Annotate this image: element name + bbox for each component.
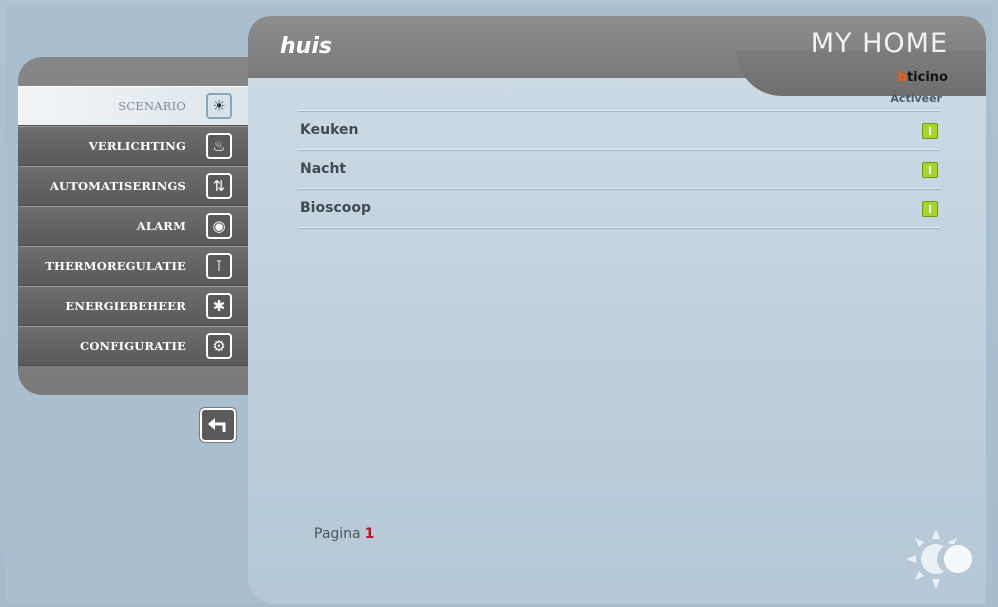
scenario-row-nacht: Nacht	[298, 149, 940, 188]
sidebar-item-alarm[interactable]: ALARM ◉	[18, 206, 248, 246]
pagination: Pagina 1	[314, 526, 374, 542]
myhome-logo: MY HOME	[810, 28, 948, 59]
scenario-label: Bioscoop	[300, 200, 371, 216]
activate-button[interactable]	[922, 201, 938, 217]
sidebar-item-label: THERMOREGULATIE	[45, 259, 186, 273]
pagination-label: Pagina	[314, 526, 361, 542]
activate-column-header: Activeer	[890, 92, 942, 105]
sidebar-item-automatiserings[interactable]: AUTOMATISERINGS ⇅	[18, 166, 248, 206]
lightbulb-icon: ♨	[206, 133, 232, 159]
bticino-logo: bticino	[898, 70, 948, 85]
gears-icon: ⚙	[206, 333, 232, 359]
scenario-row-keuken: Keuken	[298, 110, 940, 149]
sidebar-item-label: SCENARIO	[118, 99, 186, 113]
scenario-label: Keuken	[300, 122, 359, 138]
back-arrow-icon	[208, 418, 226, 432]
main-panel: huis MY HOME bticino Activeer Keuken Nac…	[248, 16, 986, 604]
sidebar-item-label: AUTOMATISERINGS	[49, 179, 186, 193]
sidebar-item-configuratie[interactable]: CONFIGURATIE ⚙	[18, 326, 248, 366]
sidebar-item-thermoregulatie[interactable]: THERMOREGULATIE ⊺	[18, 246, 248, 286]
sidebar-item-label: CONFIGURATIE	[79, 339, 186, 353]
bticino-logo-accent: b	[897, 70, 907, 85]
energy-icon: ✱	[206, 293, 232, 319]
sidebar-item-label: ALARM	[136, 219, 186, 233]
scenario-label: Nacht	[300, 161, 347, 177]
shutter-icon: ⇅	[206, 173, 232, 199]
room-title: huis	[280, 34, 332, 59]
alarm-icon: ◉	[206, 213, 232, 239]
thermometer-icon: ⊺	[206, 253, 232, 279]
page-number-link[interactable]: 1	[365, 526, 375, 542]
sidebar-item-label: ENERGIEBEHEER	[65, 299, 186, 313]
scenario-list: Keuken Nacht Bioscoop	[298, 110, 940, 228]
sidebar-item-energiebeheer[interactable]: ENERGIEBEHEER ✱	[18, 286, 248, 326]
back-button[interactable]	[200, 408, 236, 442]
sun-moon-icon	[906, 529, 972, 589]
scenario-icon: ☀	[206, 93, 232, 119]
bticino-logo-text: ticino	[906, 70, 948, 85]
sidebar-item-verlichting[interactable]: VERLICHTING ♨	[18, 126, 248, 166]
sidebar-item-scenario[interactable]: SCENARIO ☀	[18, 86, 248, 126]
scenario-row-bioscoop: Bioscoop	[298, 188, 940, 228]
sidebar-item-label: VERLICHTING	[88, 139, 186, 153]
activate-button[interactable]	[922, 162, 938, 178]
activate-button[interactable]	[922, 123, 938, 139]
sidebar-menu: SCENARIO ☀ VERLICHTING ♨ AUTOMATISERINGS…	[18, 86, 248, 366]
